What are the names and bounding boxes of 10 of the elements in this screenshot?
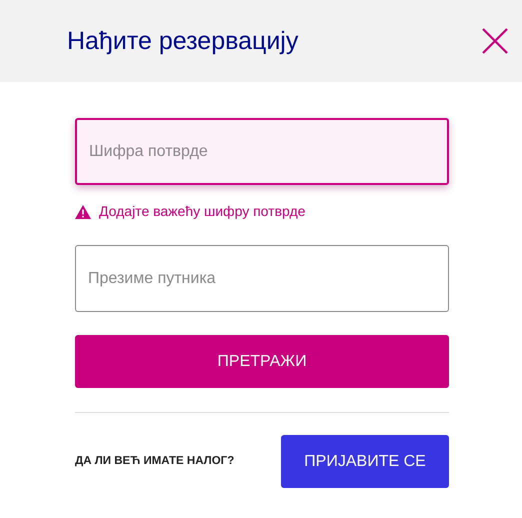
login-prompt: ДА ЛИ ВЕЋ ИМАТЕ НАЛОГ? [75, 454, 234, 469]
login-button[interactable]: ПРИЈАВИТЕ СЕ [281, 435, 449, 488]
warning-icon [75, 204, 91, 218]
close-button[interactable] [480, 26, 510, 56]
search-button[interactable]: ПРЕТРАЖИ [75, 335, 449, 388]
close-icon [480, 26, 510, 56]
input-field[interactable]: Презиме путника [75, 245, 449, 312]
dialog-title: Нађите резервацију [67, 26, 298, 56]
error-message: Додајте важећу шифру потврде [99, 202, 306, 221]
input-field[interactable]: Шифра потврде [75, 118, 449, 185]
